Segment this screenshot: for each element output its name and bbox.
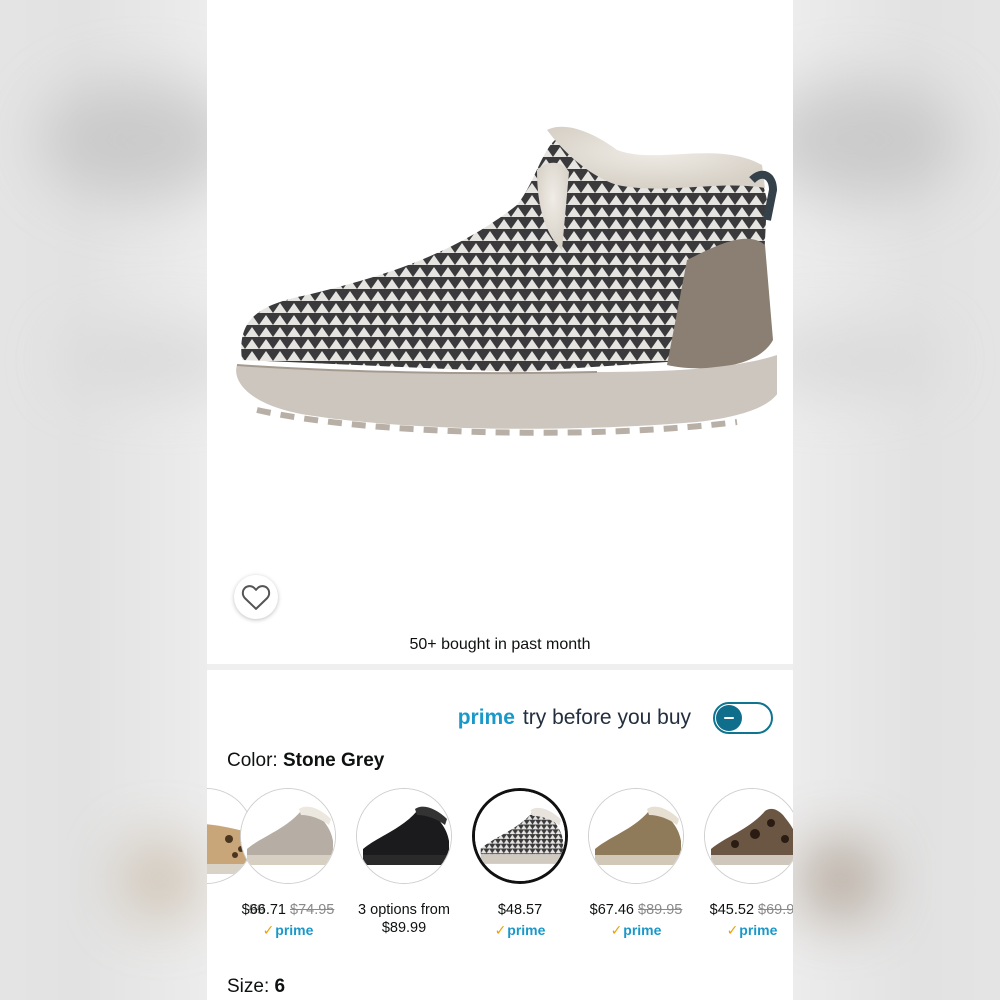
color-swatch-olive-suede[interactable]: $67.46 $89.95 ✓prime: [577, 788, 695, 939]
try-before-you-buy-toggle[interactable]: [713, 702, 773, 734]
swatch-list-price: $89.95: [638, 902, 683, 918]
swatch-list-price: $74.95: [290, 902, 335, 918]
prime-check-icon: ✓: [726, 922, 739, 938]
prime-check-icon: ✓: [262, 922, 275, 938]
heart-outline-icon: [241, 585, 271, 610]
size-label: Size:: [227, 976, 270, 997]
prime-check-icon: ✓: [610, 922, 623, 938]
color-swatch-carousel[interactable]: 99 $66.71 $74.95 ✓prime 3 options from $…: [207, 788, 793, 953]
swatch-price: $48.57: [497, 902, 543, 918]
variation-panel: prime try before you buy Color: Stone Gr…: [207, 670, 793, 1000]
prime-badge: ✓prime: [262, 922, 314, 938]
social-proof-bar: 50+ bought in past month: [207, 626, 793, 664]
favorite-button[interactable]: [234, 575, 278, 619]
swatch-price-second-line: $89.99: [381, 920, 427, 936]
swatch-image: [588, 788, 684, 884]
prime-badge: ✓prime: [610, 922, 662, 938]
left-background-blur: [0, 0, 207, 1000]
swatch-list-price: $69.9: [758, 902, 793, 918]
color-label: Color:: [227, 750, 278, 771]
selected-size: 6: [274, 976, 286, 997]
product-page: 50+ bought in past month prime try befor…: [207, 0, 793, 1000]
selected-color: Stone Grey: [282, 750, 385, 771]
swatch-image: [240, 788, 336, 884]
swatch-price: $45.52: [709, 902, 755, 918]
swatch-price: 3 options from: [358, 902, 450, 918]
color-swatch-stone-grey[interactable]: $48.57 ✓prime: [461, 788, 579, 939]
swatch-price: $66.71: [241, 902, 286, 918]
prime-try-before-you-buy: prime try before you buy: [458, 702, 773, 734]
color-selector-label: Color: Stone Grey: [227, 750, 384, 772]
color-swatch-black[interactable]: 3 options from $89.99: [345, 788, 463, 936]
prime-badge: ✓prime: [726, 922, 778, 938]
try-before-you-buy-label: try before you buy: [522, 706, 691, 729]
swatch-price: $67.46: [589, 902, 634, 918]
bought-count-text: 50+ bought in past month: [409, 636, 591, 653]
size-selector-label: Size: 6: [227, 976, 285, 998]
product-image-area[interactable]: [207, 0, 793, 626]
swatch-image: [472, 788, 568, 884]
toggle-knob: [716, 705, 742, 731]
right-background-blur: [793, 0, 1000, 1000]
product-image: [217, 110, 782, 460]
swatch-image: [356, 788, 452, 884]
prime-badge: ✓prime: [494, 922, 546, 938]
color-swatch-beige[interactable]: $66.71 $74.95 ✓prime: [229, 788, 347, 939]
swatch-image: [704, 788, 793, 884]
prime-logo-text: prime: [457, 706, 515, 729]
prime-check-icon: ✓: [494, 922, 507, 938]
color-swatch-leopard-brown[interactable]: $45.52 $69.9 ✓prime: [693, 788, 793, 939]
